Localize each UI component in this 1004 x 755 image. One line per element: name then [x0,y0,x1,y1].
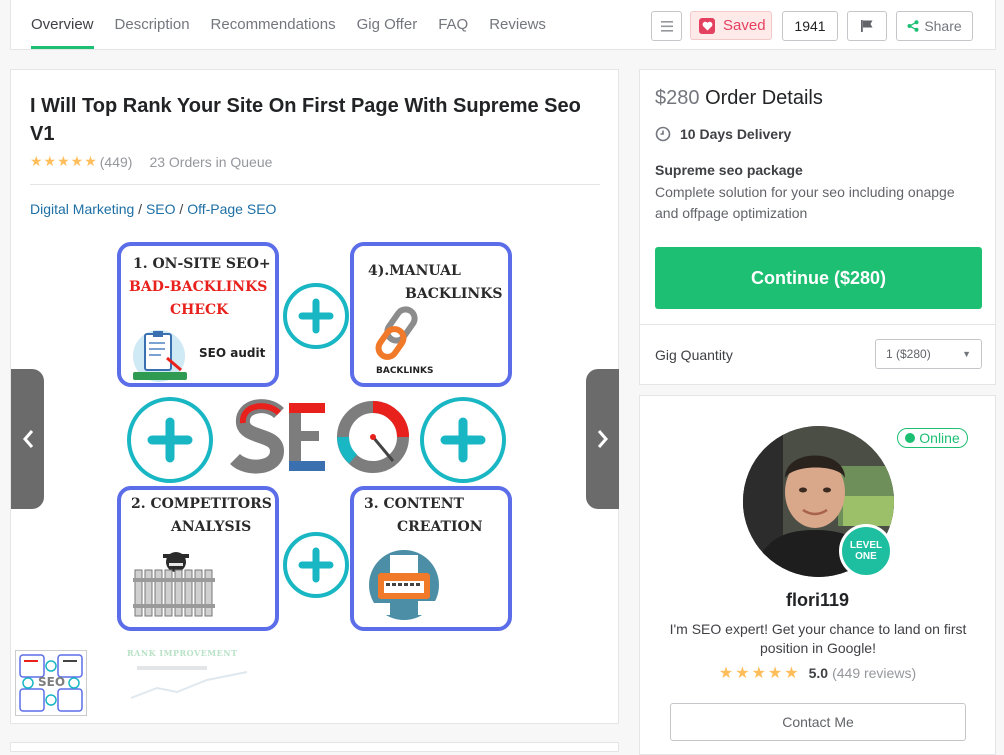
card-caption: BACKLINKS [376,366,434,376]
rating-count[interactable]: (449) [100,154,133,170]
breadcrumb-seo[interactable]: SEO [146,201,176,217]
tab-description[interactable]: Description [115,0,190,50]
nav-tabs: Overview Description Recommendations Gig… [31,0,567,50]
report-button[interactable] [847,11,887,41]
plus-icon [420,397,506,483]
chevron-left-icon [22,430,33,448]
gallery-thumbnail-faded[interactable]: RANK IMPROVEMENT [127,648,257,708]
plus-icon [283,532,349,598]
share-label: Share [924,18,962,34]
tab-faq[interactable]: FAQ [438,0,468,50]
card-title: BAD-BACKLINKS [129,279,268,295]
online-dot-icon [905,433,916,443]
continue-button[interactable]: Continue ($280) [655,247,982,309]
heart-icon [699,17,715,34]
online-status-label: Online [919,430,960,446]
seller-card: LEVEL ONE Online flori119 I'm SEO expert… [639,395,996,755]
chevron-right-icon [597,430,608,448]
tab-recommendations[interactable]: Recommendations [211,0,336,50]
seller-bio: I'm SEO expert! Get your chance to land … [669,621,967,656]
order-details-panel: $280 Order Details 10 Days Delivery Supr… [639,69,996,385]
save-count: 1941 [782,11,838,41]
thumbnail-caption: SEO [38,675,66,689]
plus-icon [283,283,349,349]
online-status-badge: Online [897,428,968,448]
card-title: CREATION [397,519,483,535]
saved-label: Saved [723,17,766,34]
divider [640,324,995,325]
delivery-time: 10 Days Delivery [655,126,791,142]
breadcrumb: Digital Marketing / SEO / Off-Page SEO [30,201,276,217]
order-title-text: Order Details [705,87,823,109]
breadcrumb-separator: / [175,201,188,217]
seo-card-onsite: 1. ON-SITE SEO+ BAD-BACKLINKS CHECK SEO … [117,242,279,387]
clipboard-icon [133,330,187,382]
share-button[interactable]: Share [896,11,973,41]
gig-quantity-value: 1 ($280) [886,347,931,361]
menu-button[interactable] [651,11,682,41]
spy-fence-icon [133,552,215,617]
delivery-label: 10 Days Delivery [680,126,792,142]
clock-icon [655,126,671,142]
gig-overview-panel: I Will Top Rank Your Site On First Page … [10,69,619,724]
seller-rating-score: 5.0 [808,665,829,681]
card-caption: SEO audit [199,346,266,360]
order-price: $280 [655,87,700,109]
level-one-badge: LEVEL ONE [839,524,893,578]
divider [30,184,600,185]
breadcrumb-off-page-seo[interactable]: Off-Page SEO [187,201,276,217]
seller-username[interactable]: flori119 [640,590,995,611]
gallery-prev-button[interactable] [11,369,44,509]
gig-quantity-select[interactable]: 1 ($280) ▼ [875,339,982,369]
seo-logo-graphic [230,399,409,474]
share-icon [907,20,919,32]
gig-quantity-label: Gig Quantity [655,347,733,363]
card-title: BACKLINKS [405,286,503,302]
gallery-next-button[interactable] [586,369,619,509]
rating-stars: ★★★★★ [30,153,98,169]
saved-button[interactable]: Saved [690,11,772,40]
gallery-thumbnails: SEO RANK IMPROVEMENT [15,648,257,720]
gig-rating-row: ★★★★★ (449) 23 Orders in Queue [30,153,272,170]
order-title: $280 Order Details [655,87,823,110]
card-title: 3. CONTENT [364,496,464,512]
card-title: ANALYSIS [171,519,252,535]
seller-rating-stars: ★★★★★ [718,665,801,682]
seo-card-backlinks: 4).MANUAL BACKLINKS BACKLINKS [350,242,512,387]
typewriter-icon [369,550,439,620]
chain-link-icon [375,306,418,360]
card-title: CHECK [170,302,229,318]
contact-me-button[interactable]: Contact Me [670,703,966,741]
gig-nav-bar: Overview Description Recommendations Gig… [10,0,996,50]
seo-card-competitors: 2. COMPETITORS ANALYSIS [117,486,279,631]
thumbnail-caption: RANK IMPROVEMENT [127,648,238,658]
orders-in-queue: 23 Orders in Queue [149,153,273,170]
level-badge-line: ONE [855,551,877,562]
card-title: 1. ON-SITE SEO+ [133,256,271,272]
package-name: Supreme seo package [655,162,803,178]
hamburger-icon [660,20,673,32]
tab-reviews[interactable]: Reviews [489,0,546,50]
level-badge-line: LEVEL [849,540,883,551]
package-description: Complete solution for your seo including… [655,184,955,221]
seller-review-count[interactable]: (449 reviews) [832,665,916,681]
flag-icon [861,20,873,32]
gig-title: I Will Top Rank Your Site On First Page … [30,95,581,145]
gig-gallery: 1. ON-SITE SEO+ BAD-BACKLINKS CHECK SEO … [11,235,619,716]
tab-gig-offer[interactable]: Gig Offer [357,0,418,50]
next-section-edge [10,742,619,752]
breadcrumb-digital-marketing[interactable]: Digital Marketing [30,201,134,217]
card-title: 2. COMPETITORS [131,496,272,512]
plus-icon [127,397,213,483]
breadcrumb-separator: / [134,201,146,217]
seller-rating: ★★★★★ 5.0 (449 reviews) [640,663,995,683]
chevron-down-icon: ▼ [962,349,971,359]
tab-overview[interactable]: Overview [31,0,94,50]
seo-card-content: 3. CONTENT CREATION [350,486,512,631]
card-title: 4).MANUAL [368,263,461,279]
gallery-thumbnail[interactable]: SEO [15,650,87,716]
